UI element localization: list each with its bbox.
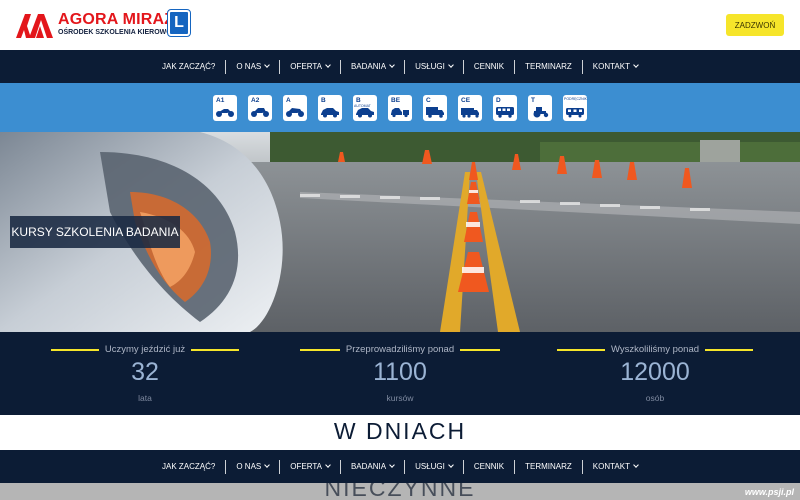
chevron-down-icon — [325, 462, 331, 468]
chevron-down-icon — [389, 462, 395, 468]
nav-divider — [404, 459, 406, 474]
truck-trailer-icon — [461, 107, 479, 118]
category-a2[interactable]: A2 — [248, 94, 272, 121]
nav-divider — [404, 59, 406, 74]
stat-value: 32 — [131, 358, 159, 386]
stat-divider — [300, 348, 340, 351]
hero-banner: KURSY SZKOLENIA BADANIA — [0, 132, 800, 332]
nav-divider — [462, 59, 464, 74]
category-a[interactable]: A — [283, 94, 307, 121]
nav-divider — [514, 459, 516, 474]
nav-item-jak-zaczac[interactable]: JAK ZACZĄĆ? — [152, 460, 225, 474]
hero-label[interactable]: KURSY SZKOLENIA BADANIA — [10, 216, 180, 248]
stat-divider — [705, 348, 754, 351]
nav-item-cennik[interactable]: CENNIK — [464, 60, 514, 74]
nav-divider — [225, 59, 227, 74]
footer-strip — [0, 483, 800, 500]
logo-title: AGORA MIRAŻ — [58, 11, 175, 28]
category-d[interactable]: D — [493, 94, 517, 121]
category-b-automat[interactable]: B AUTOMAT — [353, 94, 377, 121]
nav-item-kontakt[interactable]: KONTAKT — [583, 460, 648, 474]
stat-divider — [460, 348, 500, 351]
category-c[interactable]: C — [423, 94, 447, 121]
logo-subtitle: OŚRODEK SZKOLENIA KIEROWCÓW — [58, 29, 184, 36]
page: AGORA MIRAŻ OŚRODEK SZKOLENIA KIEROWCÓW … — [0, 0, 800, 500]
nav-divider — [339, 59, 341, 74]
nav-item-uslugi[interactable]: USŁUGI — [405, 60, 463, 74]
nav-divider — [279, 59, 281, 74]
nav-item-oferta[interactable]: OFERTA — [280, 60, 340, 74]
truck-icon — [426, 106, 444, 118]
stat-unit: osób — [645, 393, 665, 403]
nav-item-oferta[interactable]: OFERTA — [280, 460, 340, 474]
category-b[interactable]: B — [318, 94, 342, 121]
nav-item-kontakt[interactable]: KONTAKT — [583, 60, 648, 74]
chevron-down-icon — [633, 462, 639, 468]
watermark: www.psji.pl — [744, 487, 794, 497]
tractor-icon — [533, 106, 549, 117]
nav-item-badania[interactable]: BADANIA — [341, 460, 404, 474]
nav-divider — [581, 59, 583, 74]
license-category-bar: A1 A2 A B B AUTOMAT BE C CE D T PODRĘCZN… — [0, 83, 800, 132]
chevron-down-icon — [264, 462, 271, 468]
bus-icon — [496, 106, 514, 118]
stat-divider — [50, 348, 99, 351]
nav-divider — [462, 459, 464, 474]
stat-graduates: Wyszkoliliśmy ponad 12000 osób — [555, 332, 755, 415]
call-button[interactable]: ZADZWOŃ — [726, 14, 784, 36]
header: AGORA MIRAŻ OŚRODEK SZKOLENIA KIEROWCÓW … — [0, 0, 800, 50]
chevron-down-icon — [389, 62, 395, 68]
nav-divider — [514, 59, 516, 74]
chevron-down-icon — [448, 462, 454, 468]
nav-divider — [279, 459, 281, 474]
nav-item-jak-zaczac[interactable]: JAK ZACZĄĆ? — [152, 60, 225, 74]
stat-label: Uczymy jeździć już — [104, 344, 186, 355]
nav-item-o-nas[interactable]: O NAS — [226, 60, 279, 74]
closed-notice-heading: W DNIACH — [0, 415, 800, 450]
stat-label: Wyszkoliliśmy ponad — [610, 344, 700, 355]
nav-divider — [225, 459, 227, 474]
stat-label: Przeprowadziliśmy ponad — [345, 344, 455, 355]
stat-divider — [191, 348, 240, 351]
l-plate-icon: L — [167, 9, 191, 37]
tram-icon — [566, 107, 584, 117]
stat-divider — [556, 348, 605, 351]
stat-unit: lata — [138, 393, 152, 403]
chevron-down-icon — [448, 62, 454, 68]
stat-value: 12000 — [620, 358, 690, 386]
category-ce[interactable]: CE — [458, 94, 482, 121]
chevron-down-icon — [325, 62, 331, 68]
logo-mark-icon — [16, 14, 53, 38]
logo[interactable]: AGORA MIRAŻ OŚRODEK SZKOLENIA KIEROWCÓW … — [16, 9, 196, 40]
stat-years: Uczymy jeździć już 32 lata — [45, 332, 245, 415]
nav-item-uslugi[interactable]: USŁUGI — [405, 460, 463, 474]
main-nav: JAK ZACZĄĆ? O NAS OFERTA BADANIA USŁUGI … — [0, 50, 800, 83]
stats-section: Uczymy jeździć już 32 lata Przeprowadzil… — [0, 332, 800, 415]
nav-item-badania[interactable]: BADANIA — [341, 60, 404, 74]
motorcycle-icon — [286, 107, 304, 117]
car-icon — [321, 107, 339, 117]
motorcycle-icon — [216, 108, 234, 117]
stat-value: 1100 — [373, 358, 427, 386]
nav-item-o-nas[interactable]: O NAS — [226, 460, 279, 474]
nav-item-terminarz[interactable]: TERMINARZ — [515, 60, 582, 74]
motorcycle-icon — [251, 107, 269, 117]
car-icon — [356, 107, 374, 117]
category-tram[interactable]: PODRĘCZNIK — [563, 94, 587, 121]
car-trailer-icon — [391, 107, 409, 117]
category-a1[interactable]: A1 — [213, 94, 237, 121]
stat-courses: Przeprowadziliśmy ponad 1100 kursów — [300, 332, 500, 415]
nav-divider — [339, 459, 341, 474]
category-t[interactable]: T — [528, 94, 552, 121]
nav-item-terminarz[interactable]: TERMINARZ — [515, 460, 582, 474]
chevron-down-icon — [633, 62, 639, 68]
nav-divider — [581, 459, 583, 474]
chevron-down-icon — [264, 62, 271, 68]
nav-item-cennik[interactable]: CENNIK — [464, 460, 514, 474]
stat-unit: kursów — [386, 393, 414, 403]
category-be[interactable]: BE — [388, 94, 412, 121]
